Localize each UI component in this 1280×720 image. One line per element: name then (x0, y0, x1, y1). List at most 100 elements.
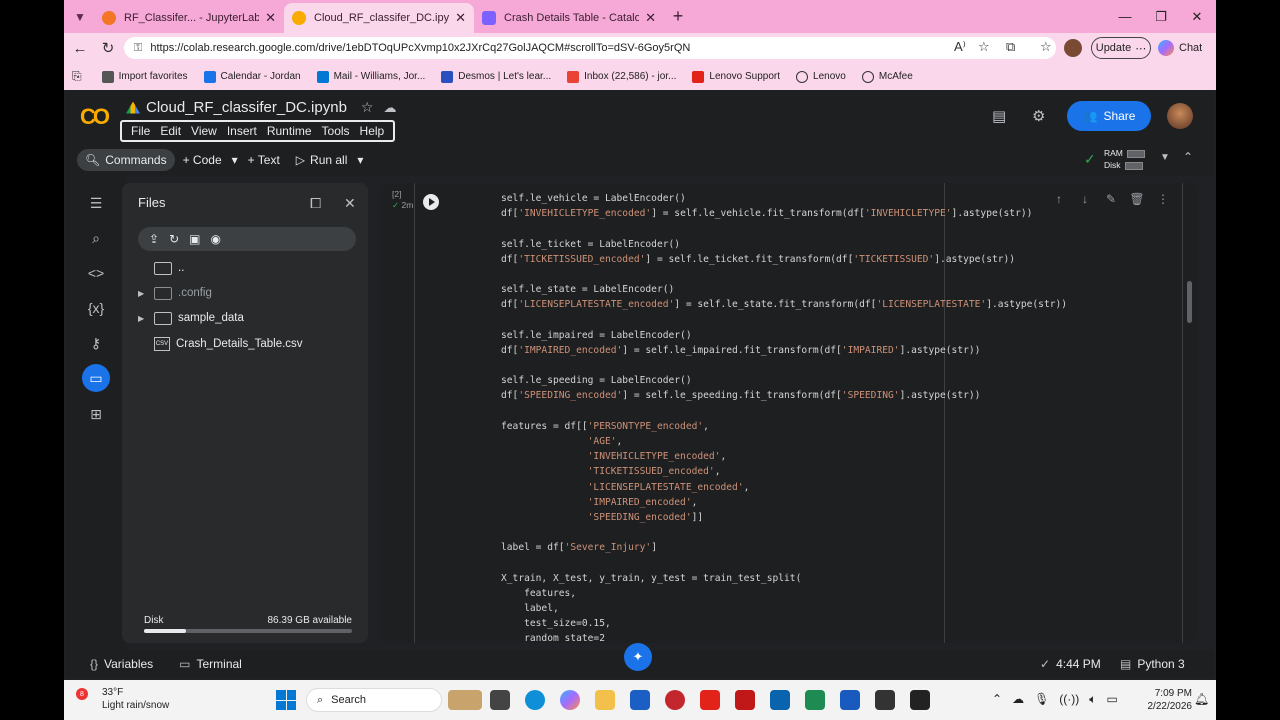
resource-monitor[interactable]: RAM Disk (1104, 147, 1145, 171)
bookmark-item[interactable]: McAfee (861, 70, 913, 83)
refresh-icon[interactable]: ↻ (169, 232, 179, 246)
word-icon[interactable] (840, 690, 860, 710)
copilot-chat-button[interactable]: Chat (1158, 37, 1202, 59)
refresh-icon[interactable]: ↻ (94, 34, 122, 62)
scrollbar[interactable] (1187, 281, 1192, 323)
window-close-icon[interactable]: ✕ (1179, 0, 1215, 33)
caret-right-icon[interactable]: ▶ (138, 289, 154, 298)
move-down-icon[interactable]: ↓ (1072, 192, 1098, 206)
run-cell-button[interactable] (423, 194, 439, 210)
code-cell[interactable]: [2] ✓ 2m ↑ ↓ ✎ 🗑︎ ⋮ self.le_vehicle = La… (380, 183, 1197, 643)
menu-runtime[interactable]: Runtime (262, 124, 317, 138)
copilot-icon[interactable] (560, 690, 580, 710)
file-item[interactable]: .. (138, 257, 184, 279)
menu-view[interactable]: View (186, 124, 222, 138)
taskbar-search[interactable]: ⌕ Search (306, 688, 442, 712)
mcafee-icon[interactable] (735, 690, 755, 710)
windows-start-icon[interactable] (276, 690, 296, 710)
new-tab-button[interactable]: + (664, 6, 692, 27)
bookmark-item[interactable]: Lenovo (796, 70, 846, 83)
cloud-icon[interactable]: ☁ (1012, 692, 1024, 707)
colab-logo[interactable]: CO (80, 104, 110, 130)
commands-button[interactable]: 🔍︎ Commands (77, 149, 175, 171)
lenovo-icon[interactable] (700, 690, 720, 710)
variables-inspector-icon[interactable]: {x} (82, 294, 110, 322)
variables-button[interactable]: {} Variables (90, 657, 153, 671)
minimize-icon[interactable]: — (1107, 0, 1143, 33)
star-icon[interactable]: ☆ (978, 39, 990, 55)
menu-help[interactable]: Help (355, 124, 390, 138)
bookmark-item[interactable]: Calendar - Jordan (203, 70, 301, 83)
gear-icon[interactable]: ⚙ (1032, 107, 1045, 125)
bookmark-item[interactable]: Import favorites (101, 70, 188, 83)
browser-tab-jupyterlab[interactable]: RF_Classifer... - JupyterLab ✕ (94, 3, 284, 33)
read-aloud-icon[interactable]: A⁾ (954, 39, 966, 55)
chevron-down-icon[interactable]: ▾ (230, 149, 240, 171)
store-icon[interactable] (630, 690, 650, 710)
browser-tab-catalog[interactable]: Crash Details Table - Catalog ✕ (474, 3, 664, 33)
close-icon[interactable]: ✕ (455, 10, 466, 26)
menu-insert[interactable]: Insert (222, 124, 262, 138)
delete-icon[interactable]: 🗑︎ (1124, 192, 1150, 206)
task-view-icon[interactable] (490, 690, 510, 710)
bookmark-item[interactable]: Lenovo Support (692, 70, 780, 83)
menu-file[interactable]: File (126, 124, 155, 138)
microphone-icon[interactable]: 🎙︎ (1034, 692, 1049, 707)
tab-search-icon[interactable]: ▼ (66, 3, 94, 31)
restore-icon[interactable]: ❐ (1143, 0, 1179, 33)
star-icon[interactable]: ☆ (361, 99, 374, 116)
profile-avatar[interactable] (1064, 39, 1082, 57)
files-folder-icon[interactable]: ▭ (82, 364, 110, 392)
bookmark-item[interactable]: Mail - Williams, Jor... (316, 70, 425, 83)
comment-icon[interactable]: ▤ (992, 107, 1006, 125)
edge-icon[interactable] (525, 690, 545, 710)
secrets-key-icon[interactable]: ⚷ (82, 329, 110, 357)
bookmark-item[interactable]: Inbox (22,586) - jor... (567, 70, 676, 83)
kernel-button[interactable]: ▤ Python 3 (1120, 657, 1185, 671)
menu-tools[interactable]: Tools (317, 124, 355, 138)
clock[interactable]: 7:09 PM 2/22/2026 (1130, 687, 1193, 713)
share-button[interactable]: 👥 Share (1067, 101, 1151, 131)
search-highlight-icon[interactable] (448, 690, 482, 710)
code-snippets-icon[interactable]: <> (82, 259, 110, 287)
battery-icon[interactable]: ▭ (1106, 692, 1117, 707)
excel-icon[interactable] (805, 690, 825, 710)
more-vert-icon[interactable]: ⋮ (1150, 192, 1176, 206)
outlook-icon[interactable] (770, 690, 790, 710)
avatar[interactable] (1167, 103, 1193, 129)
menu-edit[interactable]: Edit (155, 124, 186, 138)
file-explorer-icon[interactable] (595, 690, 615, 710)
last-run-time[interactable]: ✓ 4:44 PM (1040, 657, 1101, 671)
bell-icon[interactable]: 🔔︎ (1194, 692, 1209, 706)
wifi-icon[interactable]: ((·)) (1059, 692, 1079, 707)
file-item[interactable]: CSV Crash_Details_Table.csv (138, 333, 303, 355)
weather-widget[interactable]: 8 33°F Light rain/snow (76, 686, 169, 712)
lenovo-vantage-icon[interactable] (665, 690, 685, 710)
favorites-icon[interactable]: ☆ (1040, 39, 1052, 55)
close-icon[interactable]: ✕ (344, 195, 356, 212)
chevron-up-icon[interactable]: ⌃ (1183, 150, 1193, 164)
caret-right-icon[interactable]: ▶ (138, 314, 154, 323)
add-code-button[interactable]: + Code (175, 149, 230, 171)
edit-icon[interactable]: ✎ (1098, 192, 1124, 206)
close-icon[interactable]: ✕ (265, 10, 276, 26)
close-icon[interactable]: ✕ (645, 10, 656, 26)
find-icon[interactable]: ⌕ (82, 224, 110, 252)
browser-tab-colab[interactable]: Cloud_RF_classifer_DC.ipynb - Cola ✕ (284, 3, 474, 33)
chevron-down-icon[interactable]: ▼ (1160, 152, 1170, 163)
open-in-tab-icon[interactable]: ⧠ (310, 195, 321, 212)
cloud-saved-icon[interactable]: ☁ (383, 100, 396, 116)
notebook-title[interactable]: Cloud_RF_classifer_DC.ipynb ☆ ☁ (126, 99, 396, 116)
upload-icon[interactable]: ⇪ (149, 232, 159, 246)
url-bar[interactable]: ⚿ https://colab.research.google.com/driv… (124, 37, 1056, 59)
file-item[interactable]: ▶ sample_data (138, 307, 244, 329)
terminal-button[interactable]: ▭ Terminal (179, 657, 242, 671)
run-all-button[interactable]: ▷ Run all (288, 149, 356, 171)
chevron-up-icon[interactable]: ⌃ (992, 692, 1002, 707)
bookmark-item[interactable]: Desmos | Let's lear... (441, 70, 551, 83)
table-of-contents-icon[interactable]: ☰ (82, 189, 110, 217)
new-folder-icon[interactable]: ▣ (189, 232, 200, 246)
update-button[interactable]: Update ⋯ (1091, 37, 1151, 59)
volume-icon[interactable]: 🔈︎ (1089, 692, 1096, 707)
code-editor[interactable]: self.le_vehicle = LabelEncoder() df['INVE… (501, 191, 1067, 643)
